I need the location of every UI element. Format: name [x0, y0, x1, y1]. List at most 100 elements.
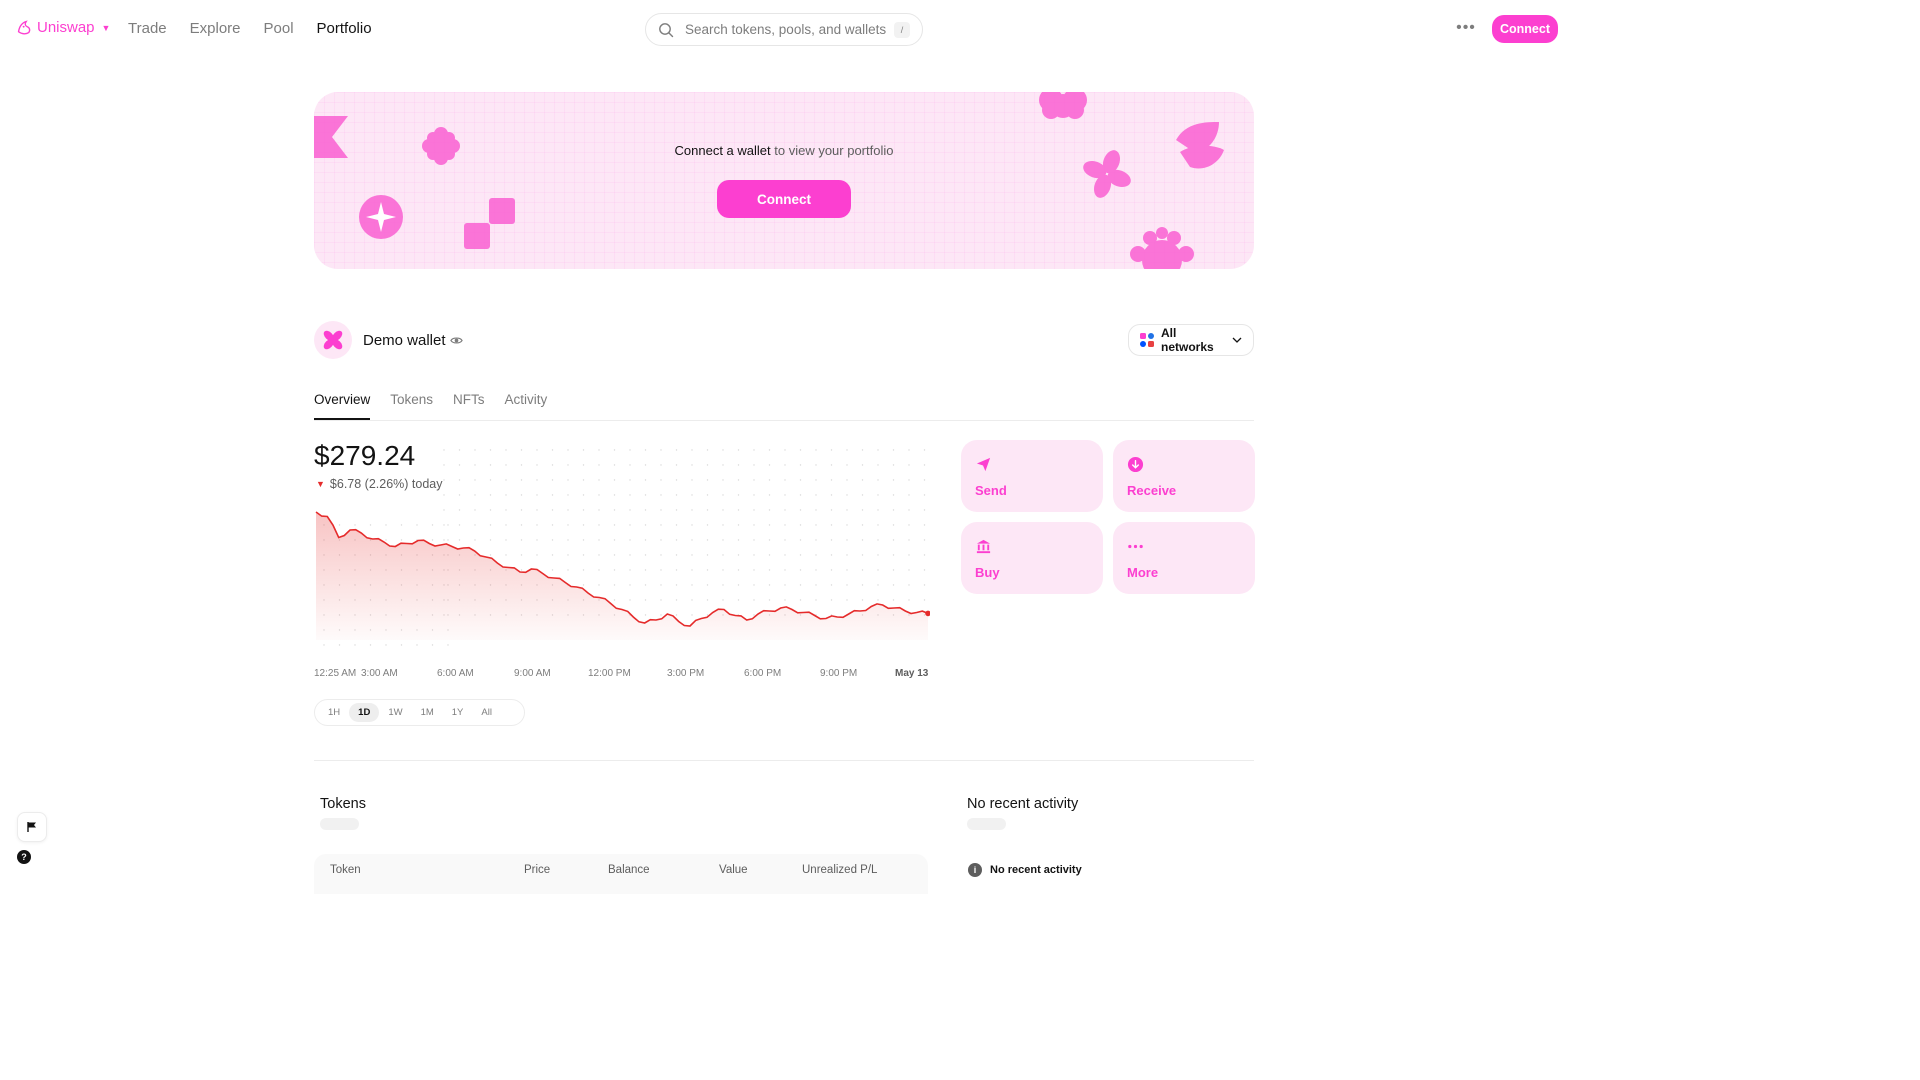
- range-all[interactable]: All: [472, 703, 501, 722]
- grid-dot: [613, 584, 616, 586]
- more-button[interactable]: More: [1113, 522, 1255, 594]
- grid-dot: [660, 464, 662, 466]
- help-icon[interactable]: ?: [17, 850, 31, 864]
- receive-icon: [1127, 456, 1144, 473]
- grid-dot: [784, 494, 786, 496]
- grid-dot: [505, 449, 507, 451]
- range-1m[interactable]: 1M: [412, 703, 443, 722]
- send-button[interactable]: Send: [961, 440, 1103, 512]
- receive-button[interactable]: Receive: [1113, 440, 1255, 512]
- grid-dot: [536, 509, 538, 511]
- banner-connect-button[interactable]: Connect: [717, 180, 851, 218]
- nav-pool[interactable]: Pool: [264, 20, 294, 37]
- grid-dot: [799, 464, 802, 466]
- nav-trade[interactable]: Trade: [128, 20, 167, 37]
- grid-dot: [706, 524, 709, 526]
- nav-connect-button[interactable]: Connect: [1492, 15, 1558, 43]
- grid-dot: [768, 494, 771, 496]
- search-input[interactable]: Search tokens, pools, and wallets /: [645, 13, 923, 46]
- grid-dot: [784, 599, 786, 601]
- grid-dot: [416, 644, 418, 646]
- grid-dot: [582, 464, 585, 466]
- buy-button[interactable]: Buy: [961, 522, 1103, 594]
- grid-dot: [768, 539, 771, 541]
- column-header[interactable]: Value: [719, 864, 748, 876]
- brand-menu[interactable]: Uniswap ▼: [16, 19, 110, 36]
- grid-dot: [458, 479, 461, 481]
- range-1w[interactable]: 1W: [379, 703, 411, 722]
- grid-dot: [892, 509, 895, 511]
- grid-dot: [385, 644, 387, 646]
- grid-dot: [691, 464, 693, 466]
- grid-dot: [861, 524, 864, 526]
- range-1d[interactable]: 1D: [349, 703, 380, 722]
- grid-dot: [598, 494, 600, 496]
- range-1h[interactable]: 1H: [319, 703, 349, 722]
- grid-dot: [737, 464, 740, 466]
- grid-dot: [861, 464, 864, 466]
- column-header[interactable]: Unrealized P/L: [802, 864, 877, 876]
- grid-dot: [722, 584, 724, 586]
- grid-dot: [861, 584, 864, 586]
- time-range-selector: 1H 1D 1W 1M 1Y All: [314, 699, 525, 726]
- grid-dot: [830, 494, 833, 496]
- range-1y[interactable]: 1Y: [443, 703, 473, 722]
- tab-nfts[interactable]: NFTs: [453, 392, 485, 420]
- grid-dot: [830, 584, 833, 586]
- x-tick-label: 3:00 PM: [667, 668, 705, 679]
- grid-dot: [629, 509, 631, 511]
- grid-dot: [369, 524, 372, 526]
- grid-dot: [675, 584, 678, 586]
- nav-explore[interactable]: Explore: [190, 20, 241, 37]
- nav-links: Trade Explore Pool Portfolio: [128, 20, 372, 37]
- grid-dot: [737, 494, 740, 496]
- portfolio-tabs: Overview Tokens NFTs Activity: [314, 392, 547, 420]
- tab-tokens[interactable]: Tokens: [390, 392, 433, 420]
- column-header[interactable]: Token: [330, 864, 361, 876]
- grid-dot: [768, 599, 771, 601]
- nav-portfolio[interactable]: Portfolio: [317, 20, 372, 37]
- grid-dot: [753, 584, 755, 586]
- column-header[interactable]: Price: [524, 864, 550, 876]
- grid-dot: [691, 494, 693, 496]
- grid-dot: [489, 554, 492, 556]
- grid-dot: [567, 464, 569, 466]
- grid-dot: [706, 494, 709, 496]
- grid-dot: [892, 479, 895, 481]
- grid-dot: [722, 479, 724, 481]
- more-label: More: [1127, 565, 1159, 580]
- grid-dot: [644, 554, 647, 556]
- grid-dot: [385, 524, 387, 526]
- banner-lead: Connect a wallet: [674, 143, 771, 158]
- grid-dot: [431, 524, 434, 526]
- network-selector[interactable]: All networks: [1128, 324, 1254, 356]
- grid-dot: [846, 599, 848, 601]
- grid-dot: [567, 539, 569, 541]
- grid-dot: [830, 524, 833, 526]
- column-header[interactable]: Balance: [608, 864, 650, 876]
- more-options-icon[interactable]: •••: [1456, 19, 1476, 39]
- grid-dot: [784, 524, 786, 526]
- grid-dot: [846, 509, 848, 511]
- grid-dot: [505, 479, 507, 481]
- grid-dot: [675, 464, 678, 466]
- grid-dot: [629, 479, 631, 481]
- grid-dot: [660, 479, 662, 481]
- portfolio-chart[interactable]: [314, 440, 930, 680]
- search-shortcut-key: /: [894, 21, 910, 38]
- section-divider: [314, 760, 1254, 761]
- grid-dot: [815, 449, 817, 451]
- grid-dot: [551, 539, 554, 541]
- grid-dot: [582, 524, 585, 526]
- tab-activity[interactable]: Activity: [505, 392, 548, 420]
- feature-flags-button[interactable]: [17, 812, 47, 842]
- activity-loading-skeleton: [967, 818, 1006, 830]
- tab-overview[interactable]: Overview: [314, 392, 371, 420]
- eye-icon[interactable]: [450, 334, 463, 347]
- grid-dot: [784, 449, 786, 451]
- grid-dot: [598, 539, 600, 541]
- grid-dot: [784, 479, 786, 481]
- grid-dot: [846, 464, 848, 466]
- grid-dot: [706, 464, 709, 466]
- grid-dot: [691, 569, 693, 571]
